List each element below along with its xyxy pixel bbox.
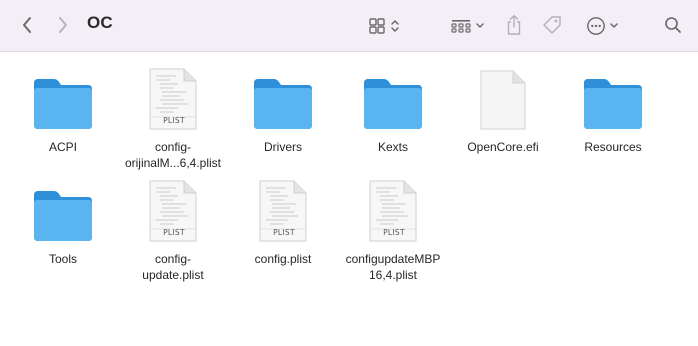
plist-file-icon: PLIST: [361, 179, 425, 243]
file-name: Kexts: [377, 140, 408, 154]
plist-item-configupdate-mbp[interactable]: PLIST configupdateMBP 16,4.plist: [338, 179, 448, 283]
folder-item-drivers[interactable]: Drivers: [228, 67, 338, 155]
file-grid: ACPI PLIST config- orijinalM...6,4.plist…: [0, 52, 698, 346]
tag-icon[interactable]: [539, 12, 565, 38]
file-name: config- update.plist: [142, 252, 204, 282]
plist-item-config[interactable]: PLIST config.plist: [228, 179, 338, 267]
plist-file-icon: PLIST: [251, 179, 315, 243]
chevron-down-icon: [609, 21, 619, 31]
toolbar: OC: [0, 0, 698, 52]
plist-badge: PLIST: [163, 228, 185, 237]
window-title: OC: [87, 13, 113, 32]
search-icon[interactable]: [660, 12, 686, 38]
file-name: Resources: [584, 140, 642, 154]
plist-badge: PLIST: [273, 228, 295, 237]
more-icon: [586, 16, 606, 36]
plist-item-config-update[interactable]: PLIST config- update.plist: [118, 179, 228, 283]
plist-item-config-orijinal[interactable]: PLIST config- orijinalM...6,4.plist: [118, 67, 228, 171]
document-icon: [471, 67, 535, 131]
plist-file-icon: PLIST: [141, 67, 205, 131]
folder-item-kexts[interactable]: Kexts: [338, 67, 448, 155]
file-item-opencore-efi[interactable]: OpenCore.efi: [448, 67, 558, 155]
chevron-updown-icon: [390, 18, 400, 34]
file-name: OpenCore.efi: [467, 140, 539, 154]
folder-item-tools[interactable]: Tools: [8, 179, 118, 267]
grid-view-icon: [368, 17, 386, 35]
file-name: config- orijinalM...6,4.plist: [124, 140, 222, 170]
file-name: Drivers: [264, 140, 302, 154]
folder-icon: [581, 67, 645, 131]
view-mode-button[interactable]: [364, 13, 404, 39]
more-button[interactable]: [583, 13, 621, 39]
folder-icon: [31, 67, 95, 131]
finder-window: OC ACPI PLIST config- orijinalM...6,4.pl…: [0, 0, 698, 346]
folder-icon: [31, 179, 95, 243]
file-name: configupdateMBP 16,4.plist: [345, 252, 441, 282]
plist-file-icon: PLIST: [141, 179, 205, 243]
folder-item-acpi[interactable]: ACPI: [8, 67, 118, 155]
chevron-right-icon[interactable]: [50, 12, 76, 38]
file-name: Tools: [48, 252, 77, 266]
folder-item-resources[interactable]: Resources: [558, 67, 668, 155]
chevron-down-icon: [475, 21, 485, 31]
file-name: config.plist: [254, 252, 312, 266]
folder-icon: [251, 67, 315, 131]
chevron-left-icon[interactable]: [14, 12, 40, 38]
group-icon: [450, 17, 472, 35]
plist-badge: PLIST: [163, 116, 185, 125]
group-button[interactable]: [446, 13, 488, 39]
share-icon[interactable]: [501, 12, 527, 38]
plist-badge: PLIST: [383, 228, 405, 237]
folder-icon: [361, 67, 425, 131]
file-name: ACPI: [48, 140, 77, 154]
